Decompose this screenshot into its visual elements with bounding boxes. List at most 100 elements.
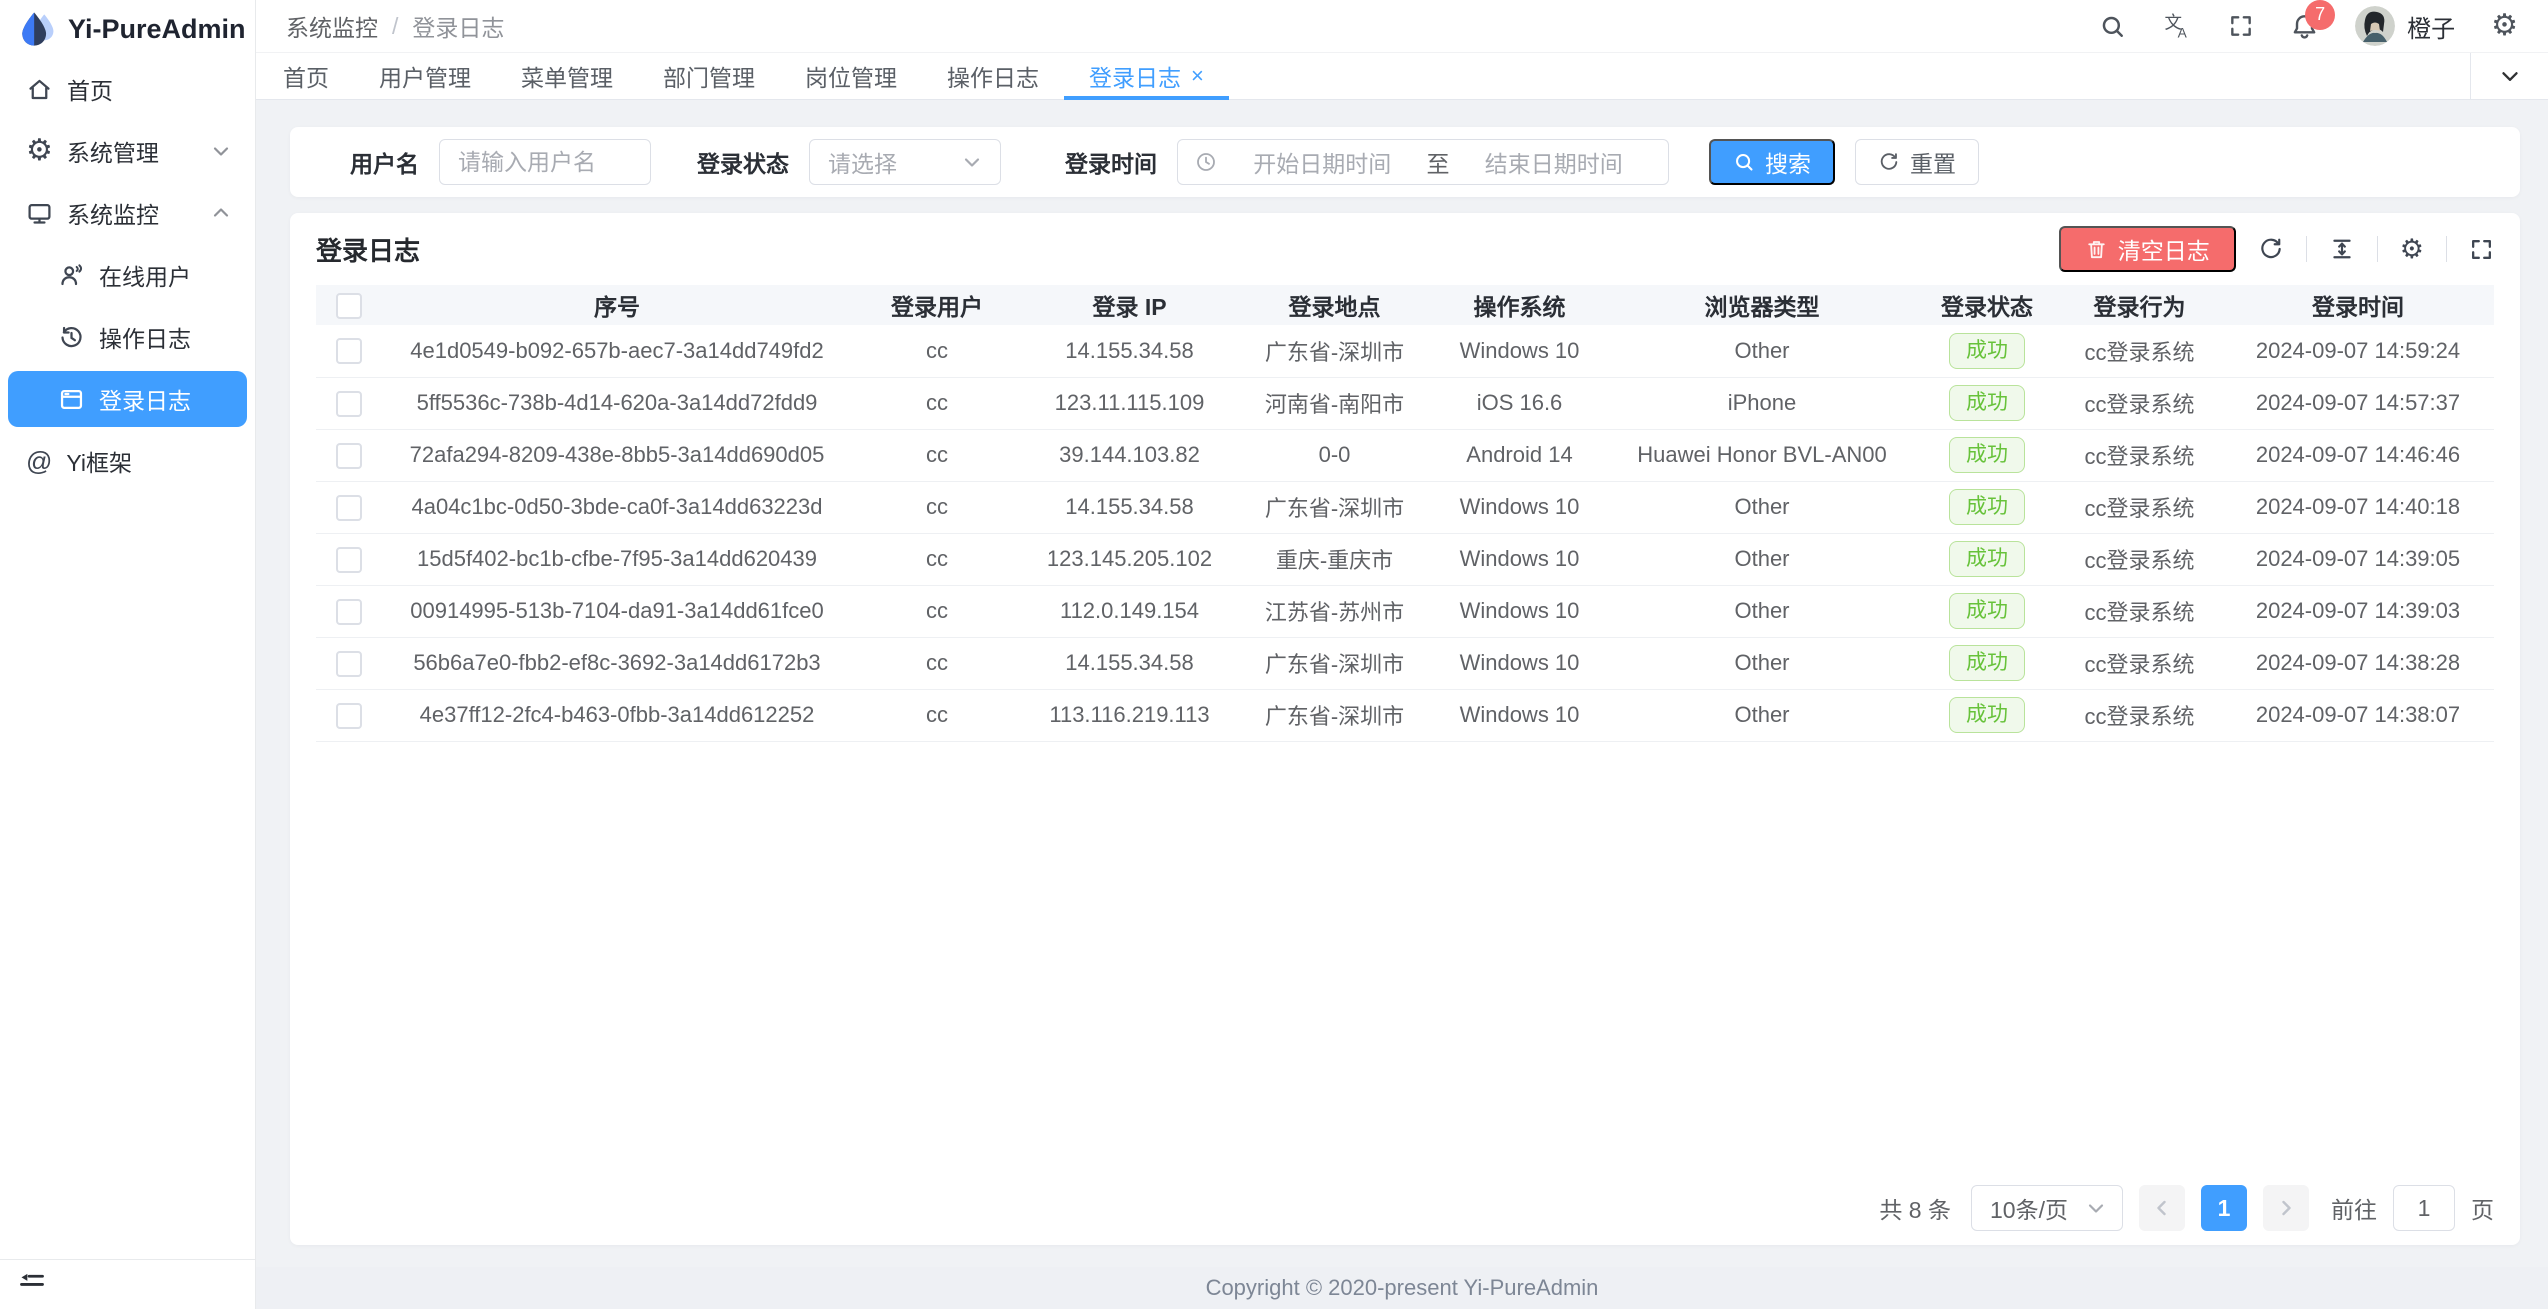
clear-logs-button[interactable]: 清空日志 <box>2059 226 2236 272</box>
row-checkbox[interactable] <box>336 651 362 677</box>
app-logo-icon <box>14 7 58 51</box>
tab-post-management[interactable]: 岗位管理 <box>780 53 922 99</box>
tab-options-chevron-down-icon[interactable] <box>2470 53 2548 99</box>
column-header-os: 操作系统 <box>1432 285 1607 325</box>
select-all-checkbox[interactable] <box>336 293 362 319</box>
cell-os: Windows 10 <box>1432 325 1607 377</box>
end-date-placeholder[interactable]: 结束日期时间 <box>1456 145 1653 179</box>
row-density-icon[interactable] <box>2329 236 2355 262</box>
chevron-down-icon <box>209 139 233 163</box>
table-row[interactable]: 00914995-513b-7104-da91-3a14dd61fce0 cc … <box>316 585 2494 637</box>
tab-operation-logs[interactable]: 操作日志 <box>922 53 1064 99</box>
copyright-text: Copyright © 2020-present Yi-PureAdmin <box>1206 1275 1599 1301</box>
sidebar-item-label: 首页 <box>67 72 113 106</box>
cell-seq: 56b6a7e0-fbb2-ef8c-3692-3a14dd6172b3 <box>382 637 852 689</box>
login-time-range-picker[interactable]: 开始日期时间 至 结束日期时间 <box>1177 139 1669 185</box>
status-badge: 成功 <box>1949 437 2025 473</box>
page-size-select[interactable]: 10条/页 <box>1971 1185 2123 1231</box>
table-row[interactable]: 4e37ff12-2fc4-b463-0fbb-3a14dd612252 cc … <box>316 689 2494 741</box>
search-icon[interactable] <box>2099 13 2126 40</box>
tab-user-management[interactable]: 用户管理 <box>354 53 496 99</box>
chevron-down-icon <box>2084 1196 2108 1220</box>
start-date-placeholder[interactable]: 开始日期时间 <box>1224 145 1421 179</box>
table-row[interactable]: 5ff5536c-738b-4d14-620a-3a14dd72fdd9 cc … <box>316 377 2494 429</box>
sidebar-menu: 首页 ⚙ 系统管理 系统监控 在线用户 操作日志 登录日志 @ Yi框架 <box>0 58 255 1259</box>
cell-browser: Other <box>1607 585 1917 637</box>
reset-button[interactable]: 重置 <box>1855 139 1979 185</box>
page-number-1[interactable]: 1 <box>2201 1185 2247 1231</box>
column-header-browser: 浏览器类型 <box>1607 285 1917 325</box>
cell-seq: 72afa294-8209-438e-8bb5-3a14dd690d05 <box>382 429 852 481</box>
login-log-card: 登录日志 清空日志 ⚙ <box>290 213 2520 1245</box>
cell-behavior: cc登录系统 <box>2057 481 2222 533</box>
sidebar-item-label: 操作日志 <box>99 320 191 354</box>
prev-page-button[interactable] <box>2139 1185 2185 1231</box>
cell-location: 江苏省-苏州市 <box>1237 585 1432 637</box>
sidebar-item-home[interactable]: 首页 <box>0 58 255 120</box>
sidebar-item-online-users[interactable]: 在线用户 <box>0 244 255 306</box>
cell-time: 2024-09-07 14:40:18 <box>2222 481 2494 533</box>
refresh-table-icon[interactable] <box>2258 236 2284 262</box>
tab-close-icon[interactable]: × <box>1191 63 1204 89</box>
breadcrumb-parent[interactable]: 系统监控 <box>286 9 378 43</box>
cell-ip: 14.155.34.58 <box>1022 637 1237 689</box>
table-row[interactable]: 56b6a7e0-fbb2-ef8c-3692-3a14dd6172b3 cc … <box>316 637 2494 689</box>
translate-icon[interactable] <box>2162 11 2192 41</box>
cell-ip: 123.145.205.102 <box>1022 533 1237 585</box>
row-checkbox[interactable] <box>336 495 362 521</box>
collapse-sidebar-icon[interactable] <box>18 1271 46 1299</box>
filter-bar: 用户名 登录状态 请选择 登录时间 开始日期时间 至 结束日期时间 搜索 <box>290 127 2520 197</box>
row-checkbox[interactable] <box>336 703 362 729</box>
row-checkbox[interactable] <box>336 338 362 364</box>
card-header: 登录日志 清空日志 ⚙ <box>316 213 2494 285</box>
login-status-select[interactable]: 请选择 <box>809 139 1001 185</box>
tab-label: 登录日志 <box>1089 59 1181 93</box>
tab-menu-management[interactable]: 菜单管理 <box>496 53 638 99</box>
next-page-button[interactable] <box>2263 1185 2309 1231</box>
fullscreen-icon[interactable] <box>2228 13 2254 39</box>
table-row[interactable]: 4a04c1bc-0d50-3bde-ca0f-3a14dd63223d cc … <box>316 481 2494 533</box>
column-settings-gear-icon[interactable]: ⚙ <box>2400 236 2424 263</box>
sidebar-item-login-logs[interactable]: 登录日志 <box>8 371 247 427</box>
sidebar-item-operation-logs[interactable]: 操作日志 <box>0 306 255 368</box>
sidebar-footer <box>0 1259 255 1309</box>
column-header-behavior: 登录行为 <box>2057 285 2222 325</box>
row-checkbox[interactable] <box>336 391 362 417</box>
sidebar-item-label: 在线用户 <box>99 258 191 292</box>
table-row[interactable]: 72afa294-8209-438e-8bb5-3a14dd690d05 cc … <box>316 429 2494 481</box>
cell-location: 广东省-深圳市 <box>1237 689 1432 741</box>
cell-time: 2024-09-07 14:59:24 <box>2222 325 2494 377</box>
cell-ip: 112.0.149.154 <box>1022 585 1237 637</box>
cell-location: 广东省-深圳市 <box>1237 481 1432 533</box>
settings-gear-icon[interactable]: ⚙ <box>2491 11 2518 41</box>
cell-os: Android 14 <box>1432 429 1607 481</box>
tab-dept-management[interactable]: 部门管理 <box>638 53 780 99</box>
goto-page-input[interactable] <box>2393 1185 2455 1231</box>
table-fullscreen-icon[interactable] <box>2469 237 2494 262</box>
username-input[interactable] <box>439 139 651 185</box>
tab-home[interactable]: 首页 <box>258 53 354 99</box>
sidebar-item-label: 登录日志 <box>99 382 191 416</box>
topbar-actions: 7 橙子 ⚙ <box>2099 6 2518 46</box>
sidebar-item-system-management[interactable]: ⚙ 系统管理 <box>0 120 255 182</box>
sidebar-item-yi-framework[interactable]: @ Yi框架 <box>0 430 255 492</box>
clock-icon <box>1194 150 1218 174</box>
cell-user: cc <box>852 585 1022 637</box>
search-button[interactable]: 搜索 <box>1709 139 1835 185</box>
notification-bell-icon[interactable]: 7 <box>2290 12 2319 41</box>
table-row[interactable]: 15d5f402-bc1b-cfbe-7f95-3a14dd620439 cc … <box>316 533 2494 585</box>
row-checkbox[interactable] <box>336 443 362 469</box>
main-area: 系统监控 / 登录日志 7 橙子 <box>256 0 2548 1309</box>
table-row[interactable]: 4e1d0549-b092-657b-aec7-3a14dd749fd2 cc … <box>316 325 2494 377</box>
breadcrumb: 系统监控 / 登录日志 <box>286 9 504 43</box>
tab-login-logs[interactable]: 登录日志 × <box>1064 53 1229 99</box>
sidebar-item-system-monitor[interactable]: 系统监控 <box>0 182 255 244</box>
app-logo-row[interactable]: Yi-PureAdmin <box>0 0 255 58</box>
tab-label: 部门管理 <box>663 59 755 93</box>
login-time-label: 登录时间 <box>1065 145 1157 179</box>
row-checkbox[interactable] <box>336 547 362 573</box>
row-checkbox[interactable] <box>336 599 362 625</box>
cell-user: cc <box>852 325 1022 377</box>
login-status-placeholder: 请选择 <box>828 145 897 179</box>
user-menu[interactable]: 橙子 <box>2355 6 2455 46</box>
